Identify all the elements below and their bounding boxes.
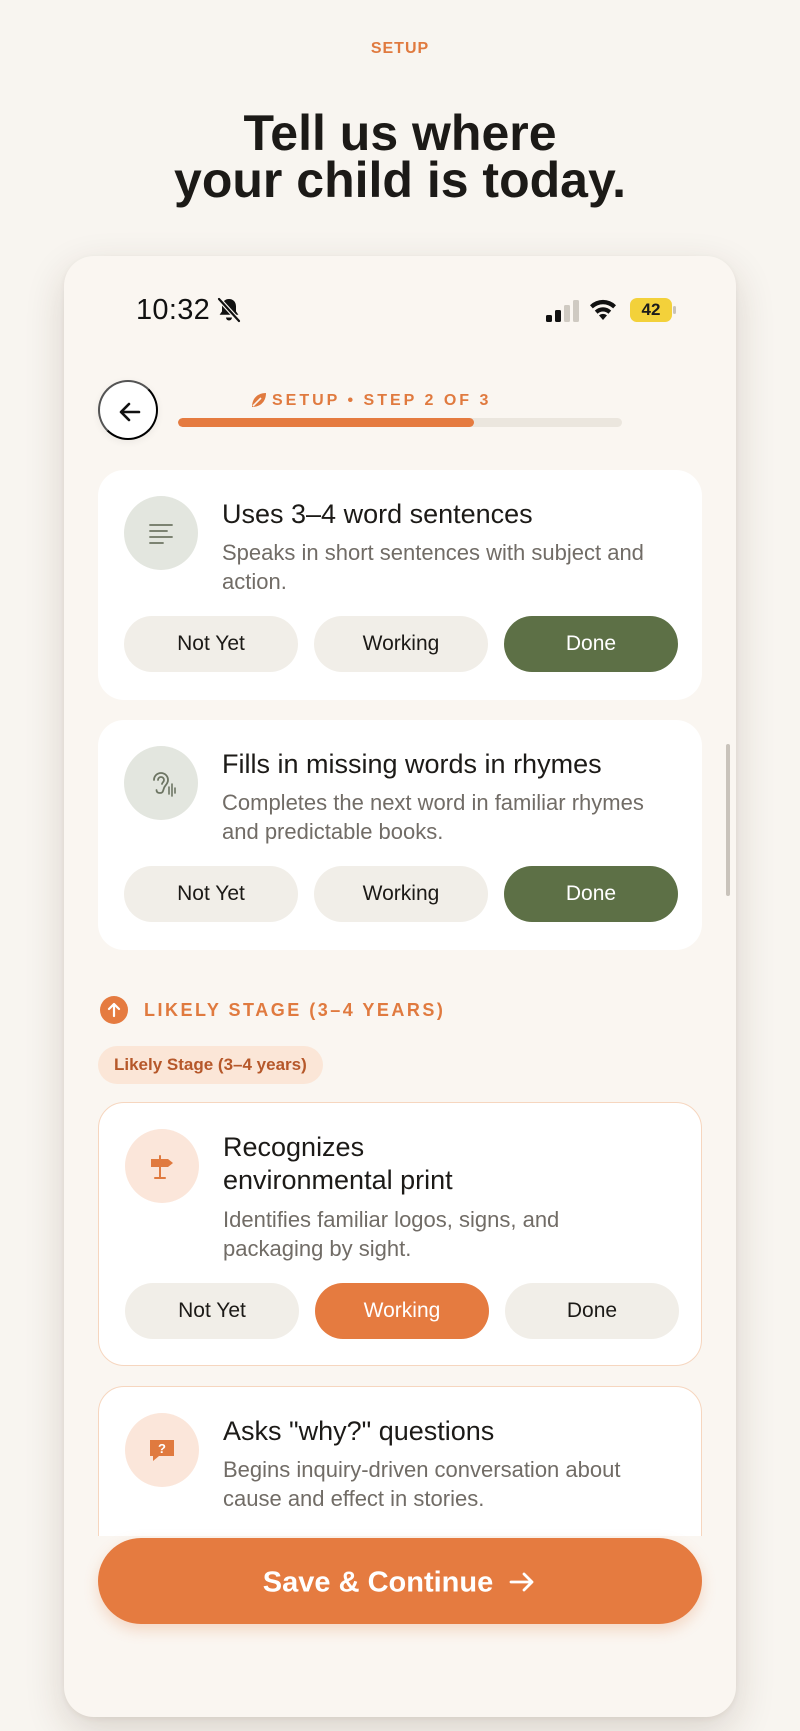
save-continue-button[interactable]: Save & Continue — [98, 1538, 702, 1624]
wifi-icon — [590, 299, 616, 320]
battery-level: 42 — [630, 298, 672, 322]
phone-frame: 10:32 42 SETUP • STEP 2 OF 3 Uses 3–4 wo… — [64, 256, 736, 1717]
not-yet-button[interactable]: Not Yet — [124, 616, 298, 672]
arrow-right-icon — [509, 1572, 534, 1592]
question-bubble-icon: ? — [150, 1440, 174, 1461]
battery-indicator: 42 — [630, 298, 676, 322]
working-button[interactable]: Working — [314, 866, 488, 922]
milestone-icon-wrap — [125, 1129, 199, 1203]
done-button[interactable]: Done — [505, 1283, 679, 1339]
milestone-card: Uses 3–4 word sentences Speaks in short … — [98, 470, 702, 700]
milestone-title: Fills in missing words in rhymes — [222, 749, 602, 779]
status-bar: 10:32 42 — [64, 256, 736, 366]
headline-line-1: Tell us where — [243, 105, 557, 161]
back-button[interactable] — [98, 380, 158, 440]
arrow-up-circle-icon — [100, 996, 128, 1024]
battery-tip — [673, 306, 676, 314]
done-button[interactable]: Done — [504, 866, 678, 922]
bell-muted-icon — [217, 297, 241, 323]
progress-bar — [178, 418, 622, 427]
arrow-left-icon — [119, 402, 141, 422]
milestone-icon-wrap — [124, 496, 198, 570]
svg-text:?: ? — [158, 1441, 166, 1456]
milestone-description: Begins inquiry-driven conversation about… — [223, 1457, 621, 1511]
milestone-title: Asks "why?" questions — [223, 1416, 495, 1446]
status-time: 10:32 — [136, 294, 211, 326]
scrollbar[interactable] — [726, 744, 730, 896]
step-indicator-label: SETUP • STEP 2 OF 3 — [272, 392, 492, 409]
milestone-title: Recognizes environmental print — [223, 1132, 453, 1195]
leaf-icon — [252, 393, 266, 407]
working-button[interactable]: Working — [314, 616, 488, 672]
milestone-description: Completes the next word in familiar rhym… — [222, 790, 644, 844]
status-options: Not Yet Working Done — [124, 866, 678, 922]
milestone-description: Identifies familiar logos, signs, and pa… — [223, 1207, 560, 1261]
status-options: Not Yet Working Done — [125, 1283, 679, 1339]
signpost-icon — [151, 1155, 173, 1179]
milestone-title: Uses 3–4 word sentences — [222, 499, 533, 529]
milestone-description: Speaks in short sentences with subject a… — [222, 540, 644, 594]
cellular-signal-icon — [546, 300, 579, 322]
progress-bar-fill — [178, 418, 475, 427]
stage-badge: Likely Stage (3–4 years) — [98, 1046, 323, 1084]
status-options: Not Yet Working Done — [124, 616, 678, 672]
save-button-label: Save & Continue — [262, 1566, 494, 1599]
page-headline: Tell us where your child is today. — [0, 105, 800, 208]
working-button[interactable]: Working — [315, 1283, 489, 1339]
milestone-icon-wrap — [124, 746, 198, 820]
stage-section-heading: LIKELY STAGE (3–4 YEARS) — [144, 1000, 446, 1020]
milestone-card: Fills in missing words in rhymes Complet… — [98, 720, 702, 950]
milestone-card: Recognizes environmental print Identifie… — [98, 1102, 702, 1366]
milestone-list[interactable]: Uses 3–4 word sentences Speaks in short … — [64, 470, 736, 1717]
save-button-content: Save & Continue — [98, 1538, 702, 1624]
done-button[interactable]: Done — [504, 616, 678, 672]
not-yet-button[interactable]: Not Yet — [124, 866, 298, 922]
page-eyebrow: SETUP — [370, 40, 430, 57]
headline-line-2: your child is today. — [174, 152, 626, 208]
ear-sound-icon — [153, 772, 176, 797]
text-lines-icon — [149, 524, 173, 544]
not-yet-button[interactable]: Not Yet — [125, 1283, 299, 1339]
milestone-icon-wrap: ? — [125, 1413, 199, 1487]
